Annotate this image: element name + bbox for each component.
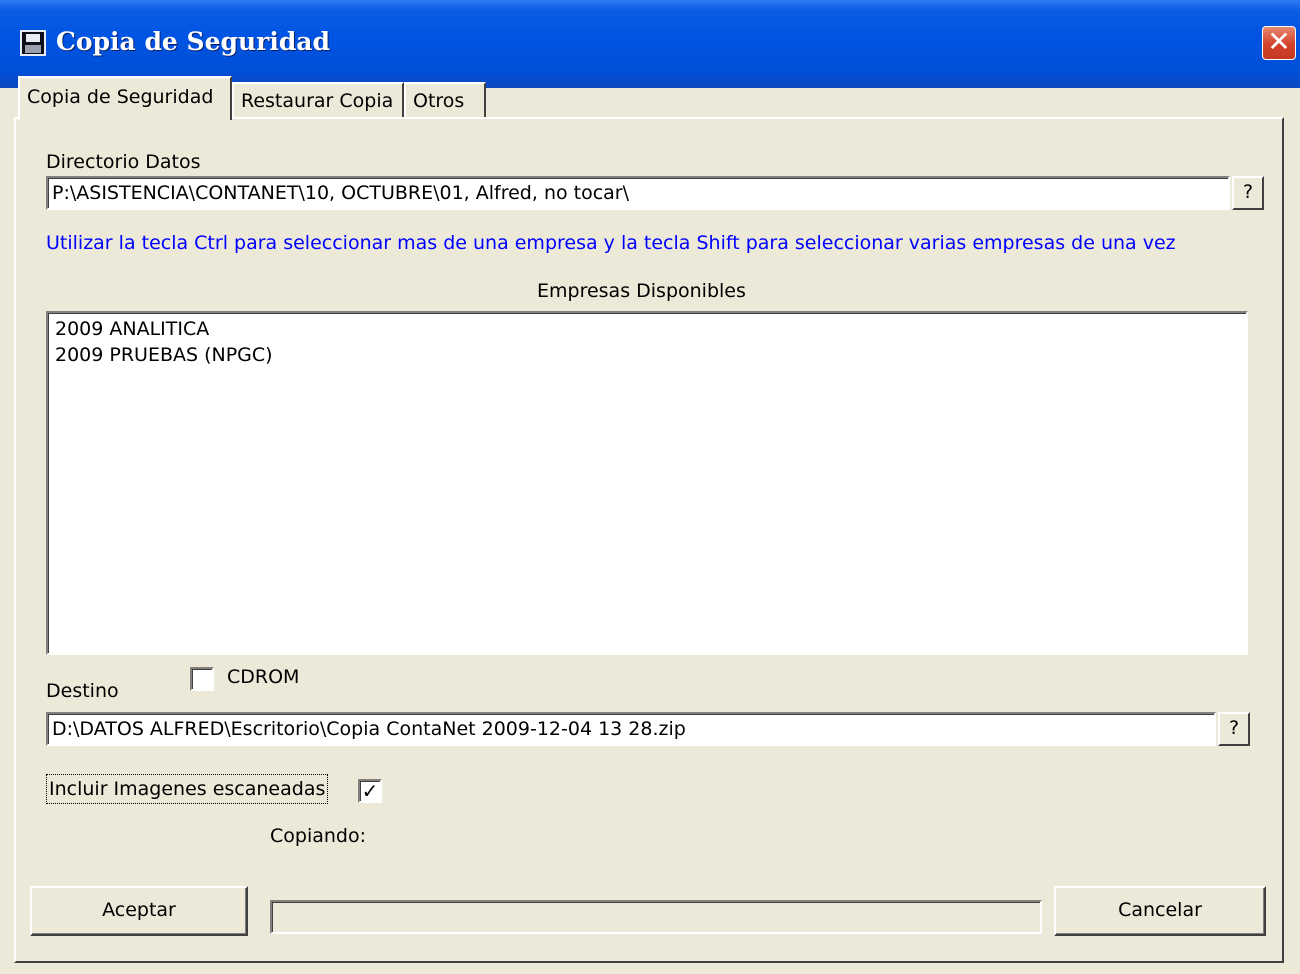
companies-title: Empresas Disponibles	[537, 280, 746, 302]
destination-browse-button[interactable]: ?	[1218, 712, 1250, 746]
selection-hint: Utilizar la tecla Ctrl para seleccionar …	[46, 232, 1176, 254]
title-bar[interactable]: Copia de Seguridad ✕	[0, 0, 1300, 88]
copy-progress-bar	[270, 900, 1042, 934]
accept-button[interactable]: Aceptar	[30, 886, 248, 936]
cdrom-checkbox[interactable]	[190, 667, 214, 691]
include-images-label[interactable]: Incluir Imagenes escaneadas	[46, 774, 329, 804]
window-title: Copia de Seguridad	[56, 27, 330, 56]
include-images-checkbox[interactable]: ✓	[358, 779, 382, 803]
close-button[interactable]: ✕	[1262, 26, 1296, 60]
copying-label: Copiando:	[270, 825, 367, 847]
floppy-disk-icon	[20, 30, 46, 56]
data-dir-label: Directorio Datos	[46, 151, 201, 173]
cancel-button[interactable]: Cancelar	[1054, 886, 1266, 936]
tab-restaurar-copia[interactable]: Restaurar Copia	[232, 82, 404, 118]
backup-dialog: Copia de Seguridad ✕ Copia de Seguridad …	[0, 0, 1300, 974]
list-item[interactable]: 2009 PRUEBAS (NPGC)	[55, 342, 1239, 368]
destination-field[interactable]: D:\DATOS ALFRED\Escritorio\Copia ContaNe…	[46, 712, 1216, 746]
destination-label: Destino	[46, 680, 119, 702]
tab-copia-de-seguridad[interactable]: Copia de Seguridad	[18, 76, 232, 120]
list-item[interactable]: 2009 ANALITICA	[55, 316, 1239, 342]
tab-otros[interactable]: Otros	[404, 82, 486, 118]
companies-list[interactable]: 2009 ANALITICA 2009 PRUEBAS (NPGC)	[46, 311, 1248, 655]
data-dir-browse-button[interactable]: ?	[1232, 176, 1264, 210]
cdrom-label: CDROM	[227, 666, 300, 688]
data-dir-field[interactable]: P:\ASISTENCIA\CONTANET\10, OCTUBRE\01, A…	[46, 176, 1230, 210]
